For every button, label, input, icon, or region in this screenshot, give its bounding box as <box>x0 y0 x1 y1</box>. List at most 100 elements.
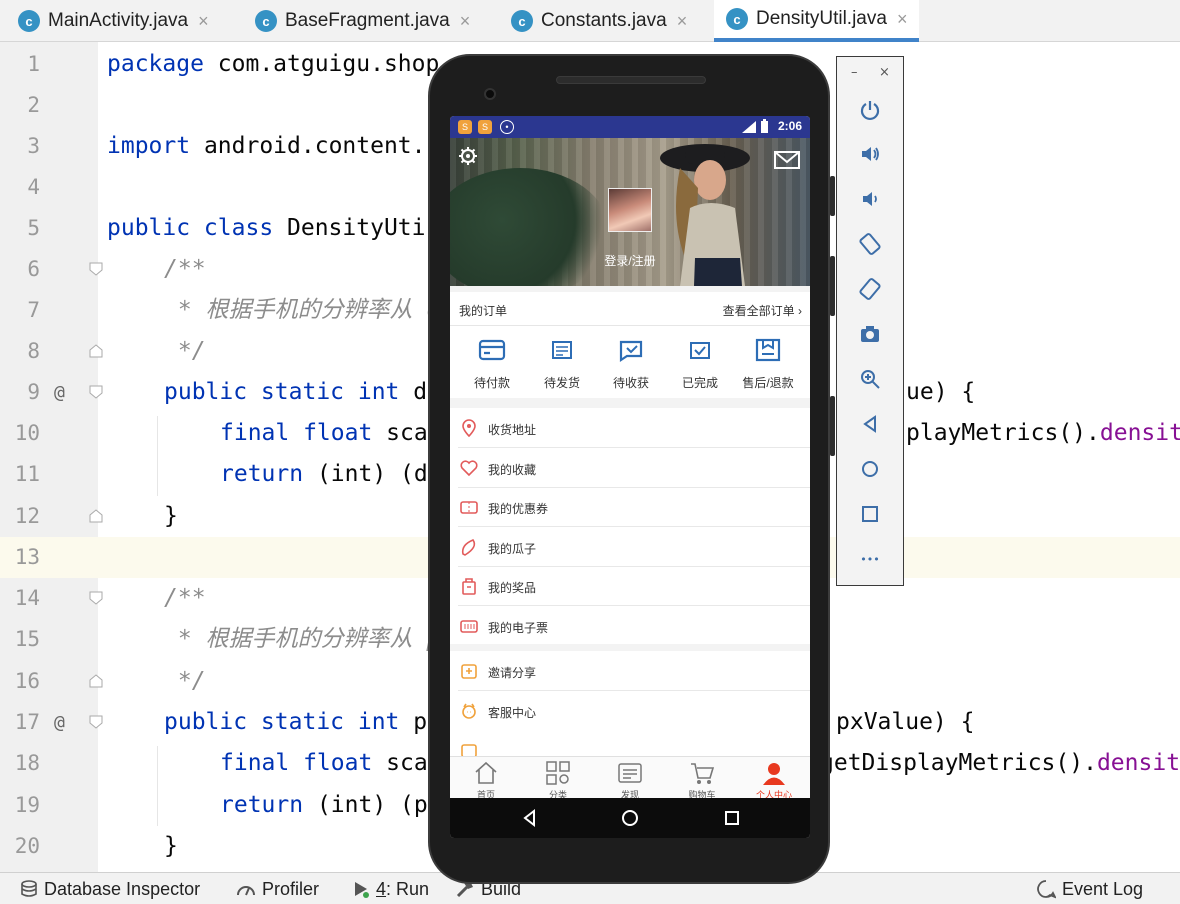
close-icon[interactable]: × <box>897 9 908 30</box>
code-text[interactable]: final float sca <box>220 743 428 784</box>
run-button[interactable]: 4: Run <box>352 873 429 904</box>
nav-discover[interactable]: 发现 <box>594 757 666 800</box>
event-log-icon <box>1037 880 1056 899</box>
home-button[interactable] <box>857 456 883 482</box>
receipt-icon <box>552 341 572 359</box>
code-text[interactable]: return (int) (d <box>220 454 428 495</box>
home-circle-icon[interactable] <box>620 808 640 828</box>
menu-item-favorites[interactable]: 我的收藏 <box>450 448 810 488</box>
rotate-right-button[interactable] <box>857 276 883 302</box>
minimize-icon[interactable]: – <box>851 65 858 80</box>
database-inspector-button[interactable]: Database Inspector <box>20 873 200 904</box>
tab-densityutil[interactable]: c DensityUtil.java × <box>714 0 920 42</box>
fold-icon[interactable] <box>89 262 103 276</box>
menu-item-seeds[interactable]: 我的瓜子 <box>450 527 810 567</box>
back-button[interactable] <box>857 411 883 437</box>
fold-icon[interactable] <box>89 674 103 688</box>
recents-icon[interactable] <box>722 808 742 828</box>
event-log-button[interactable]: Event Log <box>1036 873 1143 904</box>
menu-item-customer-service[interactable]: 客服中心 <box>450 691 810 731</box>
tab-basefragment[interactable]: c BaseFragment.java × <box>255 0 470 42</box>
tab-constants[interactable]: c Constants.java × <box>511 0 687 42</box>
fold-icon[interactable] <box>89 344 103 358</box>
person-icon <box>763 763 785 785</box>
profiler-button[interactable]: Profiler <box>236 873 319 904</box>
menu-item-coupons[interactable]: 我的优惠券 <box>450 487 810 527</box>
fold-icon[interactable] <box>89 591 103 605</box>
code-text[interactable]: return (int) (p <box>220 785 428 826</box>
line-number: 5 <box>27 216 40 240</box>
code-text[interactable]: public static int d <box>164 372 427 413</box>
code-text[interactable]: */ <box>164 661 206 702</box>
back-icon <box>863 415 876 433</box>
volume-down-button[interactable] <box>857 186 883 212</box>
order-to-ship[interactable]: 待发货 <box>526 326 598 398</box>
close-icon[interactable]: × <box>879 65 890 80</box>
line-number: 3 <box>27 134 40 158</box>
close-icon[interactable]: × <box>677 11 688 32</box>
close-icon[interactable]: × <box>460 11 471 32</box>
code-text[interactable]: pxValue) { <box>836 702 974 743</box>
code-text[interactable]: ue) { <box>906 372 975 413</box>
code-text[interactable]: } <box>164 496 178 537</box>
delivery-icon <box>619 340 643 363</box>
java-class-icon: c <box>511 10 533 32</box>
code-text[interactable]: getDisplayMetrics().densit <box>820 743 1180 784</box>
menu-item-address[interactable]: 收货地址 <box>450 408 810 448</box>
order-pending-payment[interactable]: 待付款 <box>456 326 528 398</box>
phone-emulator: S S • 2:06 登录/注册 我的订单 查看全部订单 › 待付款 待发货 待… <box>428 54 835 884</box>
nav-category[interactable]: 分类 <box>522 757 594 800</box>
fold-icon[interactable] <box>89 509 103 523</box>
code-text[interactable]: package com.atguigu.shop <box>107 44 439 85</box>
override-marker-icon[interactable]: @ <box>54 702 65 743</box>
code-text[interactable]: */ <box>164 331 206 372</box>
settings-icon[interactable] <box>458 146 478 166</box>
volume-up-button[interactable] <box>857 141 883 167</box>
code-text[interactable]: } <box>164 826 178 867</box>
overview-button[interactable] <box>857 501 883 527</box>
home-circle-icon <box>862 461 878 477</box>
code-text[interactable]: import android.content. <box>107 126 426 167</box>
screenshot-button[interactable] <box>857 321 883 347</box>
tab-label: DensityUtil.java <box>756 8 887 29</box>
view-all-orders-link[interactable]: 查看全部订单 › <box>723 302 802 319</box>
nav-profile[interactable]: 个人中心 <box>738 757 810 800</box>
code-text[interactable]: playMetrics().densit <box>906 413 1180 454</box>
fold-icon[interactable] <box>89 385 103 399</box>
menu-item-e-tickets[interactable]: 我的电子票 <box>450 606 810 646</box>
nav-cart[interactable]: 购物车 <box>666 757 738 800</box>
line-number: 10 <box>14 421 40 445</box>
code-text[interactable]: public static int p <box>164 702 427 743</box>
back-icon[interactable] <box>520 808 540 828</box>
tab-mainactivity[interactable]: c MainActivity.java × <box>18 0 209 42</box>
volume-down-icon <box>863 192 877 206</box>
code-text[interactable]: /** <box>164 249 206 290</box>
event-log-label: Event Log <box>1062 878 1144 899</box>
code-text[interactable]: final float sca <box>220 413 428 454</box>
close-icon[interactable]: × <box>198 11 209 32</box>
menu-item-invite[interactable]: 邀请分享 <box>450 651 810 691</box>
override-marker-icon[interactable]: @ <box>54 372 65 413</box>
more-button[interactable]: ••• <box>857 546 883 572</box>
avatar[interactable] <box>608 188 652 232</box>
nav-home[interactable]: 首页 <box>450 757 522 800</box>
notification-icon: S <box>478 120 492 134</box>
code-text[interactable]: * 根据手机的分辨率从 p <box>164 619 440 660</box>
order-to-receive[interactable]: 待收获 <box>595 326 667 398</box>
code-text[interactable]: public class DensityUti <box>107 208 426 249</box>
login-register-link[interactable]: 登录/注册 <box>450 252 810 269</box>
fold-icon[interactable] <box>89 715 103 729</box>
order-completed[interactable]: 已完成 <box>664 326 736 398</box>
phone-screen[interactable]: S S • 2:06 登录/注册 我的订单 查看全部订单 › 待付款 待发货 待… <box>450 116 810 838</box>
camera-icon <box>861 326 879 342</box>
zoom-button[interactable] <box>857 366 883 392</box>
rotate-left-button[interactable] <box>857 231 883 257</box>
message-icon[interactable] <box>774 150 800 170</box>
power-button[interactable] <box>857 97 883 123</box>
code-text[interactable]: /** <box>164 578 206 619</box>
code-text[interactable]: * 根据手机的分辨率从 d <box>164 290 440 331</box>
order-after-sales[interactable]: 售后/退款 <box>732 326 804 398</box>
signal-icon <box>742 121 756 133</box>
profiler-label: Profiler <box>262 878 320 899</box>
menu-item-prizes[interactable]: 我的奖品 <box>450 566 810 606</box>
